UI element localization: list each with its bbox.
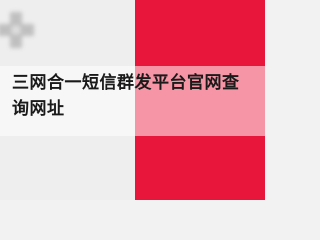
article-thumbnail[interactable]: 三网合一短信群发平台官网查询网址 <box>0 0 265 200</box>
blurred-logo-icon <box>0 12 34 48</box>
article-title[interactable]: 三网合一短信群发平台官网查询网址 <box>12 70 252 122</box>
